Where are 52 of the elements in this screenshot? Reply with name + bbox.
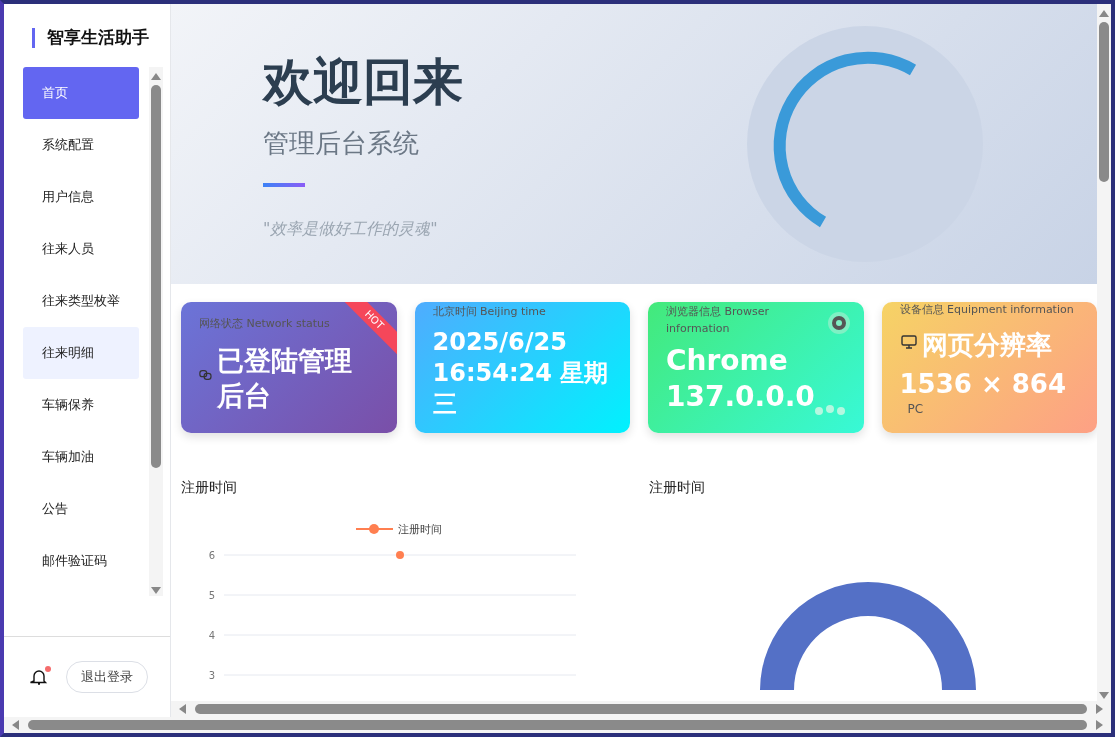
menu-item[interactable]: 往来类型枚举 [23,275,139,327]
axis-tick: 6 [208,550,215,561]
menu-item[interactable]: 车辆保养 [23,379,139,431]
chart-title: 注册时间 [649,479,706,497]
chrome-icon [827,312,850,334]
data-point [396,551,404,559]
dots-icon [813,405,846,415]
card-label: 北京时间 Beijing time [432,304,547,320]
scrollbar[interactable] [149,67,163,596]
menu-item[interactable]: 车辆加油 [23,431,139,483]
scrollbar-thumb[interactable] [28,720,1087,730]
scrollbar-thumb[interactable] [195,704,1087,714]
scrollbar-thumb[interactable] [151,85,161,468]
menu-item[interactable]: 系统配置 [23,119,139,171]
chart-legend[interactable]: 注册时间 [355,523,442,536]
scroll-up-icon[interactable] [1098,8,1110,18]
card-value: 2025/6/25 16:54:24 星期三 [432,326,610,420]
scrollbar-thumb[interactable] [1099,22,1109,182]
bell-icon[interactable] [30,668,48,686]
menu-item[interactable]: 首页 [23,67,139,119]
welcome-quote: "效率是做好工作的灵魂" [263,218,439,240]
card-value: 网页分辨率 [921,328,1052,362]
scroll-down-icon[interactable] [150,586,162,596]
menu-item[interactable]: 往来人员 [23,223,139,275]
menu-item[interactable]: 邮件验证码 [23,535,139,587]
scroll-right-icon[interactable] [1093,704,1105,714]
scroll-up-icon[interactable] [150,71,162,81]
app-title: 智享生活助手 [47,26,149,49]
card-value: 已登陆管理后台 [216,343,353,413]
welcome-subtitle: 管理后台系统 [263,126,420,160]
welcome-title: 欢迎回来 [263,51,463,113]
logout-button[interactable]: 退出登录 [66,661,148,693]
axis-tick: 4 [208,630,215,641]
scrollbar[interactable] [4,717,1111,733]
scrollbar[interactable] [171,701,1111,717]
card-label: 设备信息 Equipment information [899,302,1075,318]
monitor-icon [899,333,918,352]
axis-tick: 5 [208,590,215,601]
card-value: Chrome 137.0.0.0 [666,343,812,416]
scroll-left-icon[interactable] [177,704,189,714]
card-label: 浏览器信息 Browser information [666,304,771,337]
chart-title: 注册时间 [181,479,238,497]
menu-item[interactable]: 用户信息 [23,171,139,223]
scroll-right-icon[interactable] [1093,720,1105,730]
legend-label: 注册时间 [398,523,442,536]
axis-tick: 3 [208,670,215,681]
device-type: PC [906,402,925,417]
scroll-left-icon[interactable] [10,720,22,730]
menu-item[interactable]: 公告 [23,483,139,535]
scrollbar[interactable] [1097,4,1111,701]
menu-item[interactable]: 往来明细 [23,327,139,379]
card-detail: 1536 × 864 [899,368,1068,402]
